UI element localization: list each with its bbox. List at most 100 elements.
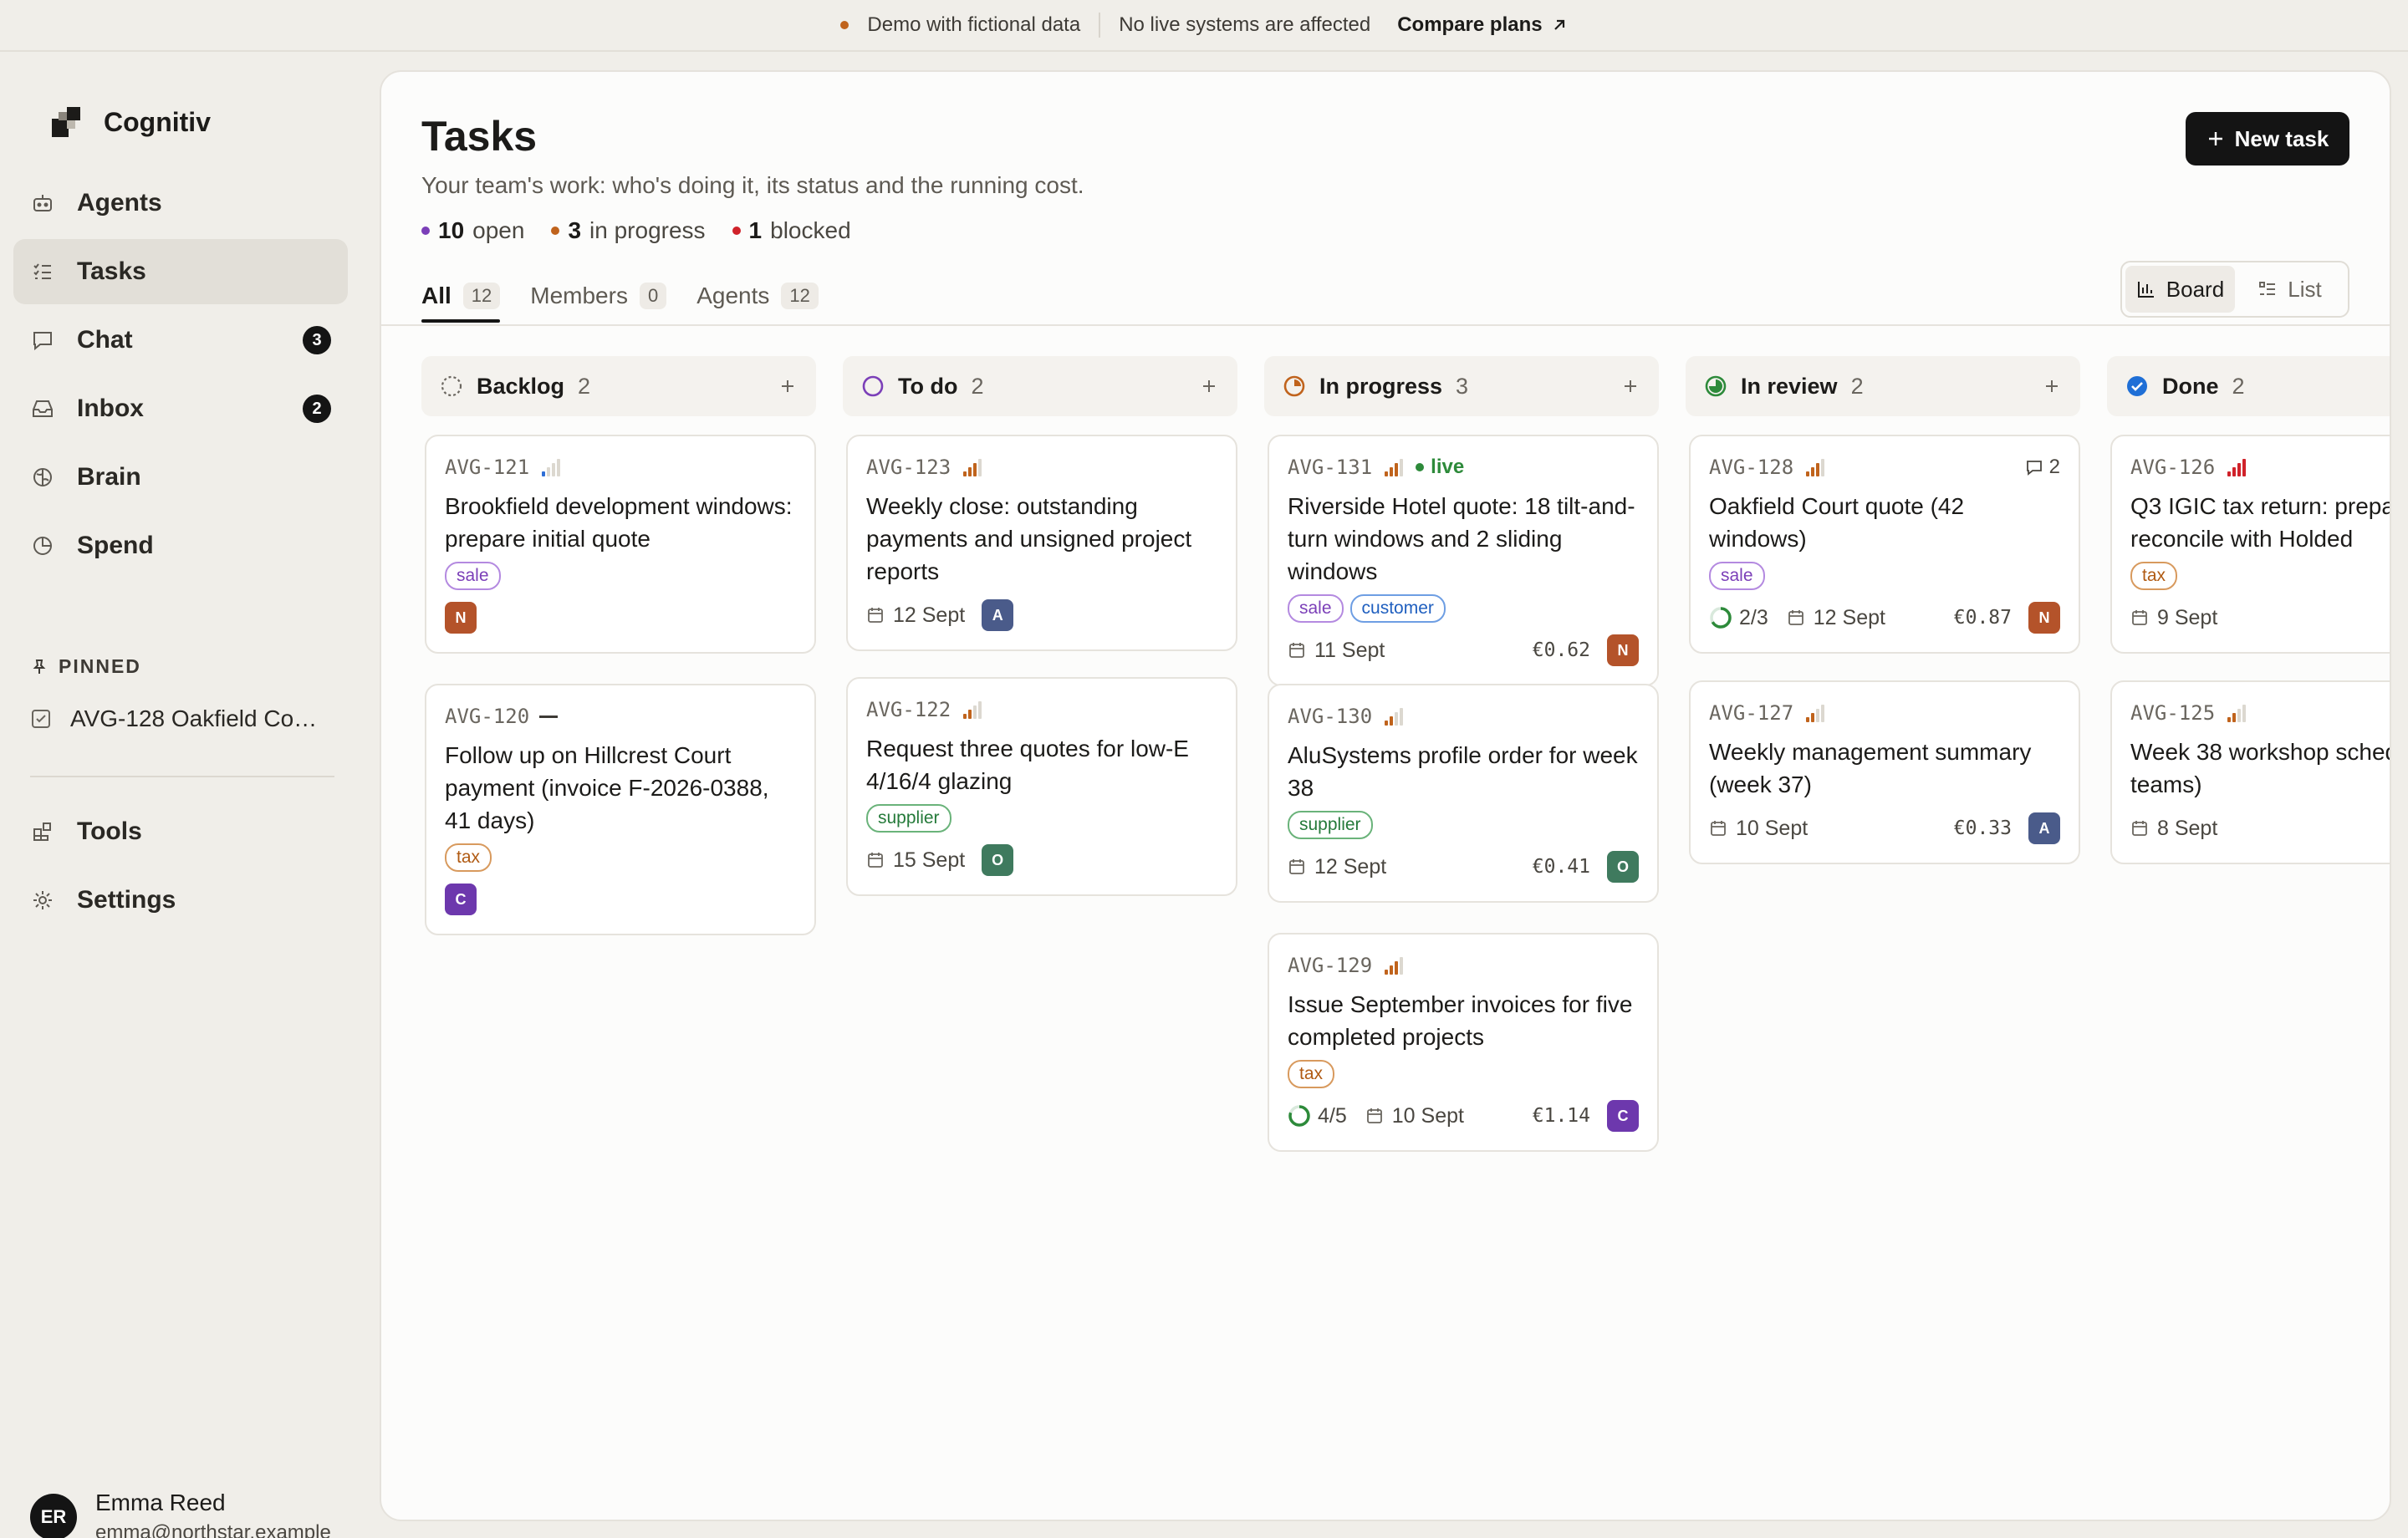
view-toggle: Board List [2120,261,2349,318]
task-title: AluSystems profile order for week 38 [1288,742,1638,801]
tag-tax[interactable]: tax [2130,562,2178,590]
card-header: AVG-129 [1288,953,1639,978]
tag-sale[interactable]: sale [1288,594,1344,623]
nav-settings[interactable]: Settings [13,868,348,933]
chat-icon [30,328,55,353]
tag-tax[interactable]: tax [1288,1060,1335,1088]
task-cost: €1.14 [1532,1105,1590,1127]
pinned-task[interactable]: AVG-128 Oakfield Co… [30,705,348,732]
due-date: 9 Sept [2130,606,2217,630]
assignee-avatar[interactable]: N [2028,602,2060,634]
robot-icon [30,191,55,216]
app-name: Cognitiv [104,106,211,137]
page-subtitle: Your team's work: who's doing it, its st… [421,172,1084,198]
nav-tasks[interactable]: Tasks [13,239,348,304]
user-profile[interactable]: ER Emma Reed emma@northstar.example [30,1490,331,1538]
stat-in-progress: 3 in progress [551,217,706,244]
add-task-icon[interactable] [1620,376,1640,396]
tab-count: 12 [462,283,501,309]
add-task-icon[interactable] [778,376,798,396]
nav-inbox[interactable]: Inbox 2 [13,376,348,441]
app-logo[interactable]: Cognitiv [48,104,211,140]
user-avatar: ER [30,1494,77,1538]
pinned-section-label: PINNED [30,655,141,678]
tag-list: sale [1709,562,2060,590]
list-view-button[interactable]: List [2235,266,2344,313]
assignee-avatar[interactable]: A [2028,812,2060,844]
secondary-nav: Tools Settings [13,799,348,936]
task-title: Issue September invoices for five comple… [1288,991,1633,1050]
card-header: AVG-131 live [1288,455,1639,480]
task-card[interactable]: AVG-130 AluSystems profile order for week… [1268,684,1659,903]
backlog-status-icon [441,375,462,397]
tag-customer[interactable]: customer [1349,594,1446,623]
task-card[interactable]: AVG-123 Weekly close: outstanding payment… [846,435,1237,651]
comment-count[interactable]: 2 [2024,456,2060,479]
comment-icon [2026,461,2042,476]
tag-tax[interactable]: tax [445,843,492,872]
assignee-avatar[interactable]: N [1607,634,1639,666]
add-task-icon[interactable] [2042,376,2062,396]
assignee-avatar[interactable]: N [445,602,477,634]
new-task-button[interactable]: New task [2186,112,2349,166]
task-card[interactable]: AVG-122 Request three quotes for low-E 4/… [846,677,1237,896]
column-count: 2 [578,373,591,399]
tag-supplier[interactable]: supplier [1288,811,1373,839]
task-card[interactable]: AVG-121 Brookfield development windows: p… [425,435,816,654]
assignee-avatar[interactable]: O [1607,851,1639,883]
compare-plans-link[interactable]: Compare plans [1397,13,1567,37]
task-card[interactable]: AVG-127 Weekly management summary (week 3… [1689,680,2080,864]
column-title: To do [898,373,958,399]
priority-icon [2227,705,2247,722]
tab-label: Agents [696,283,770,308]
assignee-avatar[interactable]: A [982,599,1014,631]
card-footer: C [445,884,796,915]
task-id: AVG-121 [445,456,530,479]
priority-icon [1806,459,1825,476]
task-card[interactable]: AVG-120 Follow up on Hillcrest Court paym… [425,684,816,935]
task-card[interactable]: AVG-129 Issue September invoices for five… [1268,933,1659,1152]
tag-list: supplier [866,804,1217,833]
comment-number: 2 [2048,456,2060,478]
assignee-avatar[interactable]: C [445,884,477,915]
card-header: AVG-123 [866,455,1217,480]
task-title: Weekly close: outstanding payments and u… [866,493,1192,584]
card-footer: N [445,602,796,634]
progress-ring-icon [1710,607,1732,629]
subtask-progress: 4/5 [1288,1104,1347,1128]
stat-label: in progress [589,217,706,243]
inbox-icon [30,396,55,421]
calendar-icon [1366,1108,1382,1123]
tag-sale[interactable]: sale [445,562,501,590]
nav-spend[interactable]: Spend [13,513,348,578]
nav-brain[interactable]: Brain [13,445,348,510]
cognitiv-logo-icon [52,107,80,137]
due-date: 8 Sept [2130,817,2217,841]
assignee-avatar[interactable]: C [1607,1100,1639,1132]
task-title: Follow up on Hillcrest Court payment (in… [445,742,769,833]
tag-supplier[interactable]: supplier [866,804,951,833]
task-card[interactable]: AVG-126 Q3 IGIC tax return: prepare and r… [2110,435,2390,654]
tab-members[interactable]: Members 0 [530,271,667,321]
tag-sale[interactable]: sale [1709,562,1765,590]
assignee-avatar[interactable]: O [982,844,1014,876]
task-card[interactable]: AVG-128 2 Oakfield Court quote (42 windows… [1689,435,2080,654]
nav-chat[interactable]: Chat 3 [13,308,348,373]
column-count: 3 [1456,373,1469,399]
nav-tools[interactable]: Tools [13,799,348,864]
add-task-icon[interactable] [1199,376,1219,396]
column-count: 2 [2232,373,2245,399]
tab-agents[interactable]: Agents 12 [696,271,819,321]
review-status-icon [1705,375,1727,397]
task-card[interactable]: AVG-131 live Riverside Hotel quote: 18 til… [1268,435,1659,686]
task-title: Week 38 workshop schedule for teams) [2130,739,2390,797]
tab-all[interactable]: All 12 [421,271,501,323]
progress-status-icon [1283,375,1305,397]
board-view-button[interactable]: Board [2125,266,2235,313]
task-card[interactable]: AVG-125 Week 38 workshop schedule for tea… [2110,680,2390,864]
card-footer: 12 Sept A [866,599,1217,631]
nav-label: Tasks [77,257,146,285]
task-title: Q3 IGIC tax return: prepare and reconcil… [2130,493,2390,552]
nav-agents[interactable]: Agents [13,171,348,236]
card-header: AVG-121 [445,455,796,480]
